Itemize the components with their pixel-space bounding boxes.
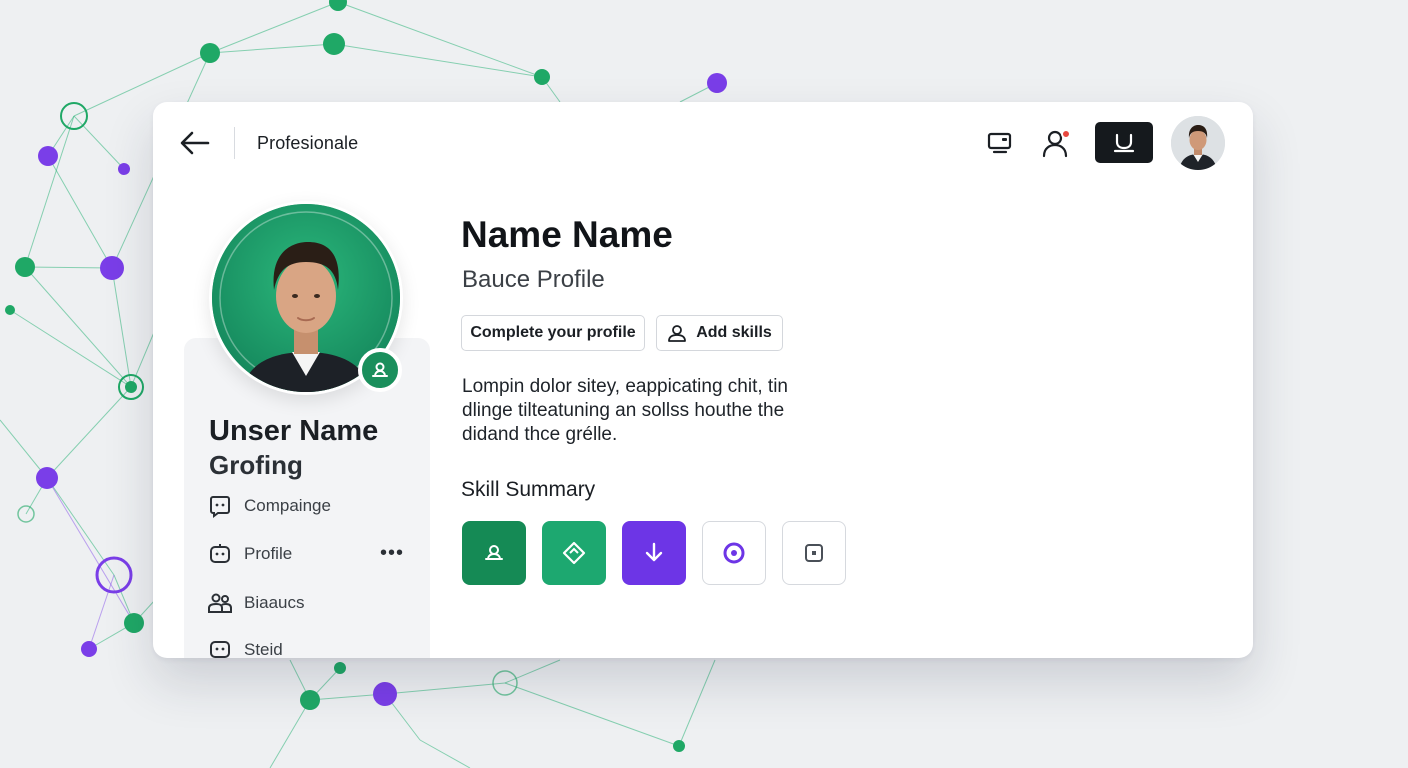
user-icon[interactable] — [1038, 126, 1072, 160]
add-skills-button[interactable]: Add skills — [656, 315, 783, 351]
sidebar-item-profile[interactable]: Profile — [207, 539, 407, 569]
top-bar: Profesionale — [153, 102, 1253, 184]
people-icon — [207, 590, 233, 616]
edit-photo-button[interactable] — [358, 348, 402, 392]
square-icon — [803, 542, 825, 564]
profile-bio: Lompin dolor sitey, eappicating chit, ti… — [462, 376, 788, 445]
header-divider — [234, 127, 235, 159]
notification-dot — [1061, 129, 1071, 139]
add-skills-label: Add skills — [696, 324, 772, 341]
profile-card: Profesionale Unser Name Grofing Compaing… — [153, 102, 1253, 658]
complete-profile-button[interactable]: Complete your profile — [461, 315, 645, 351]
avatar[interactable] — [1171, 116, 1225, 170]
user-icon — [483, 542, 505, 564]
skill-diamond-button[interactable] — [542, 521, 606, 585]
inbox-icon — [1112, 132, 1136, 154]
inbox-button[interactable] — [1095, 122, 1153, 163]
user-badge-icon — [370, 360, 390, 380]
skill-summary-title: Skill Summary — [461, 478, 596, 501]
complete-profile-label: Complete your profile — [470, 324, 636, 341]
sidebar-item-label: Biaaucs — [244, 593, 305, 612]
profile-subtitle: Bauce Profile — [462, 266, 605, 293]
chat-bubble-icon — [207, 493, 233, 519]
sidebar-item-compainge[interactable]: Compainge — [207, 491, 407, 521]
more-options-icon[interactable]: ••• — [379, 542, 405, 564]
sidebar-item-label: Steid — [244, 640, 283, 658]
monitor-icon[interactable] — [983, 126, 1017, 160]
skill-user-button[interactable] — [462, 521, 526, 585]
user-add-icon — [667, 323, 687, 343]
skill-target-button[interactable] — [702, 521, 766, 585]
target-icon — [722, 541, 746, 565]
sidebar-item-label: Profile — [244, 544, 293, 563]
back-arrow-icon[interactable] — [177, 128, 213, 158]
sidebar-item-biaaucs[interactable]: Biaaucs — [207, 588, 407, 618]
app-title: Profesionale — [257, 133, 359, 153]
robot-icon — [207, 541, 233, 567]
download-arrow-icon — [642, 541, 666, 565]
sidebar-user-name: Unser Name — [209, 415, 379, 447]
profile-name: Name Name — [461, 214, 673, 255]
sidebar-item-label: Compainge — [244, 496, 331, 515]
diamond-icon — [562, 541, 586, 565]
skill-download-button[interactable] — [622, 521, 686, 585]
sidebar-user-subtitle: Grofing — [209, 450, 303, 480]
skill-square-button[interactable] — [782, 521, 846, 585]
chat-icon — [207, 637, 233, 658]
sidebar-item-steid[interactable]: Steid — [207, 635, 407, 658]
